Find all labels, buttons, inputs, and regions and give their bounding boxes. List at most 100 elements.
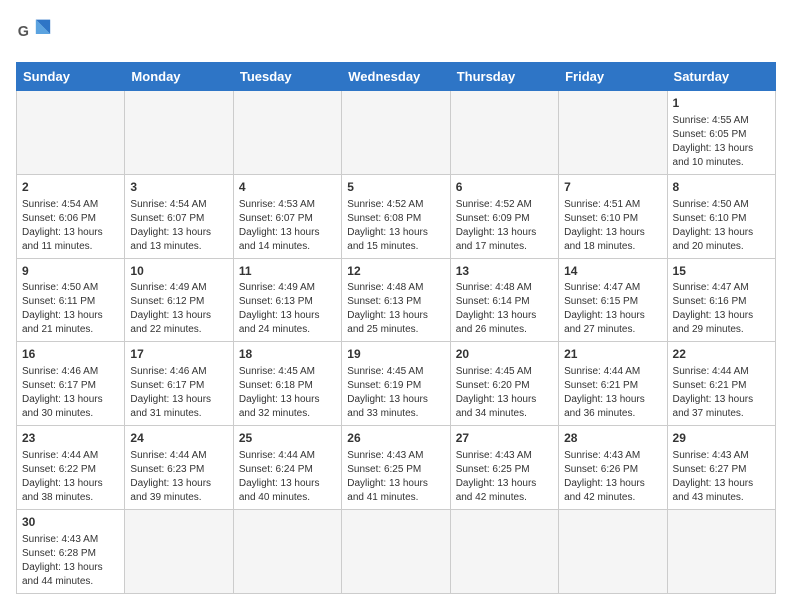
day-info: Sunrise: 4:46 AM Sunset: 6:17 PM Dayligh… — [130, 365, 227, 421]
day-info: Sunrise: 4:45 AM Sunset: 6:20 PM Dayligh… — [456, 365, 553, 421]
day-info: Sunrise: 4:43 AM Sunset: 6:25 PM Dayligh… — [456, 449, 553, 505]
calendar-cell: 1 Sunrise: 4:55 AM Sunset: 6:05 PM Daylig… — [667, 91, 775, 175]
calendar-cell: 30 Sunrise: 4:43 AM Sunset: 6:28 PM Dayli… — [17, 509, 125, 593]
day-number: 6 — [456, 179, 553, 196]
calendar-cell: 15Sunrise: 4:47 AM Sunset: 6:16 PM Dayli… — [667, 258, 775, 342]
day-number: 16 — [22, 346, 119, 363]
day-number: 1 — [673, 95, 770, 112]
calendar-cell: 25 Sunrise: 4:44 AM Sunset: 6:24 PM Dayli… — [233, 426, 341, 510]
general-blue-logo-icon: G — [16, 16, 52, 52]
day-info: Sunrise: 4:44 AM Sunset: 6:23 PM Dayligh… — [130, 449, 227, 505]
day-number: 9 — [22, 263, 119, 280]
calendar-cell: 21 Sunrise: 4:44 AM Sunset: 6:21 PM Dayli… — [559, 342, 667, 426]
logo: G — [16, 16, 56, 52]
calendar-cell: 17 Sunrise: 4:46 AM Sunset: 6:17 PM Dayli… — [125, 342, 233, 426]
calendar-cell: 14Sunrise: 4:47 AM Sunset: 6:15 PM Dayli… — [559, 258, 667, 342]
day-info: Sunrise: 4:52 AM Sunset: 6:08 PM Dayligh… — [347, 198, 444, 254]
calendar-cell: 7 Sunrise: 4:51 AM Sunset: 6:10 PM Daylig… — [559, 174, 667, 258]
weekday-header-thursday: Thursday — [450, 63, 558, 91]
day-number: 10 — [130, 263, 227, 280]
calendar-cell: 10Sunrise: 4:49 AM Sunset: 6:12 PM Dayli… — [125, 258, 233, 342]
day-number: 20 — [456, 346, 553, 363]
day-info: Sunrise: 4:48 AM Sunset: 6:13 PM Dayligh… — [347, 281, 444, 337]
day-number: 13 — [456, 263, 553, 280]
calendar-cell: 26Sunrise: 4:43 AM Sunset: 6:25 PM Dayli… — [342, 426, 450, 510]
day-info: Sunrise: 4:44 AM Sunset: 6:24 PM Dayligh… — [239, 449, 336, 505]
day-number: 26 — [347, 430, 444, 447]
calendar-cell — [233, 509, 341, 593]
day-info: Sunrise: 4:50 AM Sunset: 6:11 PM Dayligh… — [22, 281, 119, 337]
weekday-header-tuesday: Tuesday — [233, 63, 341, 91]
day-number: 29 — [673, 430, 770, 447]
day-info: Sunrise: 4:54 AM Sunset: 6:06 PM Dayligh… — [22, 198, 119, 254]
calendar-cell — [559, 509, 667, 593]
day-number: 3 — [130, 179, 227, 196]
weekday-header-saturday: Saturday — [667, 63, 775, 91]
day-info: Sunrise: 4:52 AM Sunset: 6:09 PM Dayligh… — [456, 198, 553, 254]
day-info: Sunrise: 4:49 AM Sunset: 6:13 PM Dayligh… — [239, 281, 336, 337]
day-info: Sunrise: 4:46 AM Sunset: 6:17 PM Dayligh… — [22, 365, 119, 421]
calendar-cell — [17, 91, 125, 175]
calendar-header-row: SundayMondayTuesdayWednesdayThursdayFrid… — [17, 63, 776, 91]
day-number: 18 — [239, 346, 336, 363]
day-number: 12 — [347, 263, 444, 280]
calendar-cell: 3 Sunrise: 4:54 AM Sunset: 6:07 PM Daylig… — [125, 174, 233, 258]
day-number: 7 — [564, 179, 661, 196]
calendar-cell — [559, 91, 667, 175]
calendar-cell: 6 Sunrise: 4:52 AM Sunset: 6:09 PM Daylig… — [450, 174, 558, 258]
weekday-header-wednesday: Wednesday — [342, 63, 450, 91]
day-number: 2 — [22, 179, 119, 196]
calendar-cell: 11Sunrise: 4:49 AM Sunset: 6:13 PM Dayli… — [233, 258, 341, 342]
calendar-table: SundayMondayTuesdayWednesdayThursdayFrid… — [16, 62, 776, 594]
day-number: 14 — [564, 263, 661, 280]
day-number: 22 — [673, 346, 770, 363]
day-info: Sunrise: 4:50 AM Sunset: 6:10 PM Dayligh… — [673, 198, 770, 254]
calendar-cell: 24Sunrise: 4:44 AM Sunset: 6:23 PM Dayli… — [125, 426, 233, 510]
calendar-cell: 18Sunrise: 4:45 AM Sunset: 6:18 PM Dayli… — [233, 342, 341, 426]
day-number: 11 — [239, 263, 336, 280]
calendar-cell — [667, 509, 775, 593]
calendar-cell — [450, 509, 558, 593]
day-info: Sunrise: 4:43 AM Sunset: 6:26 PM Dayligh… — [564, 449, 661, 505]
day-info: Sunrise: 4:44 AM Sunset: 6:21 PM Dayligh… — [564, 365, 661, 421]
day-number: 15 — [673, 263, 770, 280]
calendar-cell: 29Sunrise: 4:43 AM Sunset: 6:27 PM Dayli… — [667, 426, 775, 510]
day-number: 28 — [564, 430, 661, 447]
day-number: 19 — [347, 346, 444, 363]
day-number: 8 — [673, 179, 770, 196]
day-info: Sunrise: 4:54 AM Sunset: 6:07 PM Dayligh… — [130, 198, 227, 254]
day-number: 21 — [564, 346, 661, 363]
day-number: 27 — [456, 430, 553, 447]
day-info: Sunrise: 4:43 AM Sunset: 6:28 PM Dayligh… — [22, 533, 119, 589]
calendar-cell: 8 Sunrise: 4:50 AM Sunset: 6:10 PM Daylig… — [667, 174, 775, 258]
weekday-header-monday: Monday — [125, 63, 233, 91]
day-number: 25 — [239, 430, 336, 447]
weekday-header-friday: Friday — [559, 63, 667, 91]
calendar-cell: 4Sunrise: 4:53 AM Sunset: 6:07 PM Daylig… — [233, 174, 341, 258]
calendar-cell: 9Sunrise: 4:50 AM Sunset: 6:11 PM Daylig… — [17, 258, 125, 342]
day-info: Sunrise: 4:45 AM Sunset: 6:19 PM Dayligh… — [347, 365, 444, 421]
calendar-cell — [342, 91, 450, 175]
calendar-cell: 28 Sunrise: 4:43 AM Sunset: 6:26 PM Dayli… — [559, 426, 667, 510]
day-info: Sunrise: 4:47 AM Sunset: 6:16 PM Dayligh… — [673, 281, 770, 337]
day-info: Sunrise: 4:48 AM Sunset: 6:14 PM Dayligh… — [456, 281, 553, 337]
day-info: Sunrise: 4:55 AM Sunset: 6:05 PM Dayligh… — [673, 114, 770, 170]
calendar-cell: 19 Sunrise: 4:45 AM Sunset: 6:19 PM Dayli… — [342, 342, 450, 426]
day-info: Sunrise: 4:49 AM Sunset: 6:12 PM Dayligh… — [130, 281, 227, 337]
day-number: 30 — [22, 514, 119, 531]
weekday-header-sunday: Sunday — [17, 63, 125, 91]
day-info: Sunrise: 4:44 AM Sunset: 6:22 PM Dayligh… — [22, 449, 119, 505]
calendar-cell — [450, 91, 558, 175]
calendar-cell — [125, 91, 233, 175]
calendar-cell: 12Sunrise: 4:48 AM Sunset: 6:13 PM Dayli… — [342, 258, 450, 342]
calendar-cell: 16 Sunrise: 4:46 AM Sunset: 6:17 PM Dayli… — [17, 342, 125, 426]
day-info: Sunrise: 4:51 AM Sunset: 6:10 PM Dayligh… — [564, 198, 661, 254]
calendar-cell: 5Sunrise: 4:52 AM Sunset: 6:08 PM Daylig… — [342, 174, 450, 258]
day-number: 17 — [130, 346, 227, 363]
calendar-cell: 27 Sunrise: 4:43 AM Sunset: 6:25 PM Dayli… — [450, 426, 558, 510]
day-number: 23 — [22, 430, 119, 447]
day-info: Sunrise: 4:44 AM Sunset: 6:21 PM Dayligh… — [673, 365, 770, 421]
calendar-cell: 23 Sunrise: 4:44 AM Sunset: 6:22 PM Dayli… — [17, 426, 125, 510]
calendar-cell: 20 Sunrise: 4:45 AM Sunset: 6:20 PM Dayli… — [450, 342, 558, 426]
day-info: Sunrise: 4:53 AM Sunset: 6:07 PM Dayligh… — [239, 198, 336, 254]
